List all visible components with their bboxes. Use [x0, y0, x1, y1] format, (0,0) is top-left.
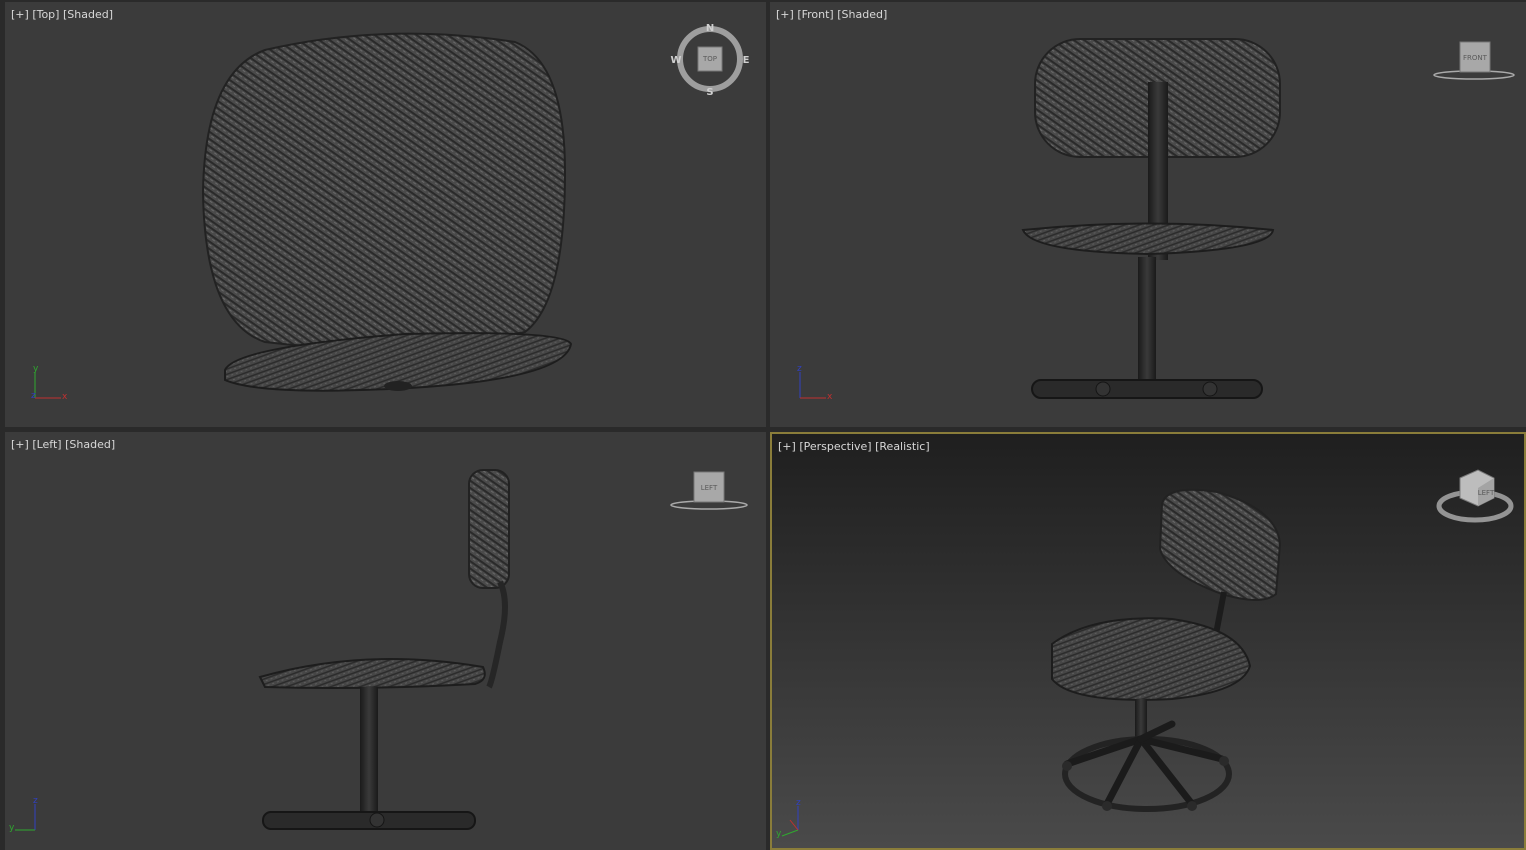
viewcube-face-label: LEFT — [701, 484, 718, 492]
chair-post-cap — [384, 381, 412, 391]
front-scene[interactable] — [770, 2, 1526, 427]
axis-x-label: x — [62, 392, 68, 402]
viewcube-face-label: LEFT — [1478, 489, 1495, 497]
axis-y-label: y — [33, 364, 39, 374]
chair-post — [1135, 699, 1147, 739]
axis-y-label: y — [9, 823, 15, 833]
axis-z-label: z — [797, 364, 802, 374]
left-scene[interactable] — [5, 432, 766, 850]
axis-z-label: z — [31, 391, 36, 401]
axis-tripod-icon: z y — [776, 798, 801, 839]
chair-base — [1063, 720, 1226, 808]
compass-east: E — [743, 55, 750, 66]
axis-x-label: x — [827, 392, 833, 402]
viewcube-face-label: FRONT — [1463, 54, 1488, 62]
chair-seat — [258, 658, 486, 689]
axis-tripod-icon: y x z — [31, 364, 68, 402]
viewport-front[interactable]: [+] [Front] [Shaded] FRONT z x — [770, 2, 1526, 427]
chair-seat — [1021, 222, 1275, 256]
chair-seat — [1051, 617, 1252, 701]
viewcube-icon[interactable]: LEFT — [665, 467, 755, 517]
viewcube-icon[interactable]: LEFT — [1434, 466, 1516, 528]
compass-south: S — [706, 87, 713, 98]
viewcube-icon[interactable]: FRONT — [1430, 37, 1520, 87]
chair-backrest — [468, 469, 510, 589]
viewport-perspective[interactable]: [+] [Perspective] [Realistic] LEFT z y — [770, 432, 1526, 850]
viewport-top[interactable]: [+] [Top] [Shaded] TOP N S E W y x z — [5, 2, 766, 427]
axis-z-label: z — [796, 798, 801, 808]
compass-icon[interactable]: TOP N S E W — [670, 19, 750, 99]
chair-post — [1138, 257, 1156, 379]
compass-north: N — [706, 23, 714, 34]
perspective-scene[interactable] — [772, 434, 1524, 848]
axis-y-label: y — [776, 829, 782, 839]
chair-base — [1031, 379, 1263, 399]
axis-tripod-icon: z y — [9, 796, 38, 833]
chair-backrest — [1158, 488, 1282, 601]
compass-west: W — [670, 55, 681, 66]
viewcube-face-label: TOP — [702, 55, 717, 63]
axis-z-label: z — [33, 796, 38, 806]
viewport-left[interactable]: [+] [Left] [Shaded] LEFT z y — [5, 432, 766, 850]
chair-backrest — [201, 32, 567, 349]
axis-tripod-icon: z x — [797, 364, 833, 402]
chair-back-support — [486, 580, 508, 689]
top-scene[interactable] — [5, 2, 766, 427]
chair-post — [360, 687, 378, 812]
chair-base — [262, 811, 476, 830]
